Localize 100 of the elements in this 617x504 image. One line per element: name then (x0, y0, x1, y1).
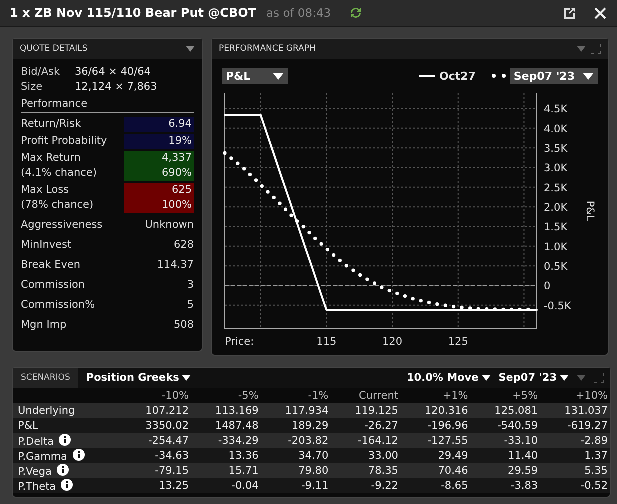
table-cell: 113.169 (191, 403, 261, 418)
metric-value: 100% (162, 198, 192, 213)
metric-value: 3 (187, 278, 194, 292)
table-cell: 1487.48 (191, 418, 261, 433)
y-tick-label: -0.5K (544, 300, 572, 312)
table-cell: 3350.02 (121, 418, 192, 433)
dropdown-icon[interactable] (577, 375, 586, 381)
column-header: Current (330, 388, 400, 403)
table-cell: 107.212 (121, 403, 192, 418)
metric-label: Break Even (21, 258, 81, 272)
metric-dropdown[interactable]: P&L (222, 68, 288, 84)
caret-icon (273, 72, 284, 80)
row-label: P&L (18, 420, 38, 432)
metric-label: (78% chance) (21, 198, 94, 213)
table-cell: 120.316 (400, 403, 470, 418)
date-dropdown[interactable]: Sep07 '23 (498, 372, 569, 384)
x-tick-label: 115 (316, 336, 337, 348)
table-cell: -619.27 (540, 418, 610, 433)
view-dropdown[interactable]: Position Greeks (86, 372, 192, 384)
table-cell: -34.63 (121, 448, 192, 463)
metric-value: 114.37 (157, 258, 194, 272)
table-cell: 13.36 (191, 448, 261, 463)
metric-label: Mgn Imp (21, 318, 67, 332)
metric-value: 625 (172, 183, 192, 198)
info-icon[interactable] (72, 448, 84, 460)
metric-label: Aggressiveness (21, 218, 103, 232)
metric-value: 4,337 (162, 151, 192, 166)
metric-value: 628 (174, 238, 194, 252)
y-tick-label: 3.0K (544, 162, 568, 175)
table-cell: 70.46 (400, 463, 470, 478)
column-header: -1% (260, 388, 331, 403)
row-label: P.Theta (18, 480, 56, 492)
table-cell: 131.037 (540, 403, 610, 418)
table-cell: 15.71 (191, 463, 261, 478)
table-cell: 33.00 (330, 448, 400, 463)
table-cell: -196.96 (400, 418, 470, 433)
expand-icon[interactable] (591, 44, 601, 54)
y-tick-label: 2.5K (544, 182, 568, 194)
metric-value: 5 (187, 298, 194, 312)
table-cell: -164.12 (330, 433, 400, 448)
column-header: +10% (540, 388, 610, 403)
info-icon[interactable] (59, 434, 72, 446)
panel-title: PERFORMANCE GRAPH (219, 44, 316, 54)
caret-icon (583, 72, 594, 80)
metric-value: 19% (168, 134, 192, 149)
table-cell: -8.65 (400, 478, 470, 493)
metric-value: Unknown (145, 218, 194, 232)
window-title: 1 x ZB Nov 115/110 Bear Put @CBOT (10, 6, 256, 20)
scenarios-tab[interactable]: SCENARIOS (13, 368, 78, 388)
table-cell: 119.125 (330, 403, 400, 418)
timestamp: as of 08:43 (266, 6, 332, 20)
move-dropdown[interactable]: 10.0% Move (406, 372, 491, 384)
table-cell: -203.82 (260, 433, 331, 448)
y-tick-label: 4.0K (544, 123, 568, 136)
metric-label: Max Return (21, 151, 82, 166)
y-tick-label: 1.0K (544, 241, 568, 254)
table-cell: -79.15 (121, 463, 192, 478)
refresh-icon[interactable] (349, 6, 364, 20)
table-cell: -334.29 (191, 433, 261, 448)
date-dropdown[interactable]: Sep07 '23 (510, 68, 598, 84)
metric-label: (4.1% chance) (21, 166, 97, 181)
table-cell: 11.40 (470, 448, 540, 463)
column-header: -5% (191, 388, 261, 403)
legend-label: Oct27 (439, 70, 476, 82)
dropdown-icon[interactable] (577, 46, 586, 52)
table-cell: 29.59 (470, 463, 540, 478)
dropdown-icon[interactable] (186, 46, 195, 52)
line-legend-icon (419, 75, 436, 77)
metric-value: 690% (162, 166, 192, 181)
row-label: Underlying (18, 404, 76, 416)
table-cell: -9.11 (260, 478, 331, 493)
table-cell: 189.29 (260, 418, 331, 433)
info-icon[interactable] (61, 478, 74, 490)
table-cell: -33.10 (470, 433, 540, 448)
close-icon[interactable] (594, 6, 607, 20)
column-header: +1% (400, 388, 470, 403)
table-cell: 117.934 (260, 403, 331, 418)
table-cell: -3.83 (470, 478, 540, 493)
row-label: P.Gamma (18, 450, 68, 462)
pop-out-icon[interactable] (563, 6, 576, 20)
quote-label: Size (21, 80, 44, 95)
y-tick-label: 0.5K (544, 261, 568, 274)
metric-label: Profit Probability (21, 134, 108, 149)
metric-label: Max Loss (21, 183, 70, 198)
quote-value: 12,124 × 7,863 (75, 80, 158, 95)
row-label: P.Delta (18, 436, 54, 448)
metric-label: Return/Risk (21, 117, 82, 132)
column-header: +5% (470, 388, 540, 403)
table-cell: -540.59 (470, 418, 540, 433)
x-tick-label: 120 (382, 336, 403, 348)
row-label: P.Vega (18, 466, 52, 478)
metric-value: 508 (174, 318, 194, 332)
quote-label: Bid/Ask (21, 65, 62, 80)
y-tick-label: 4.5K (544, 104, 568, 116)
expand-icon[interactable] (594, 373, 604, 383)
info-icon[interactable] (56, 464, 69, 476)
caret-icon (182, 375, 192, 381)
table-cell: 29.49 (400, 448, 470, 463)
table-cell: 5.35 (540, 463, 610, 478)
metric-label: Commission% (21, 298, 96, 312)
